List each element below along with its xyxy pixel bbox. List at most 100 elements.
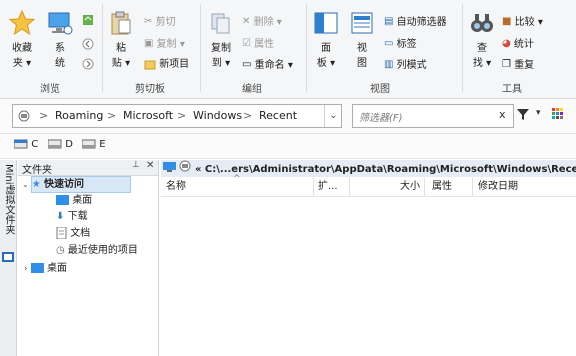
columns-button[interactable]: ▥ 列模式: [384, 57, 427, 73]
column-attributes[interactable]: 属性: [432, 178, 452, 196]
drive-c[interactable]: C: [14, 139, 38, 150]
path-text: « C:\...ers\Administrator\AppData\Roamin…: [194, 164, 576, 175]
crumb-windows[interactable]: Windows: [193, 109, 242, 122]
star-icon: ★: [31, 179, 41, 190]
auto-filter-button[interactable]: ▤ 自动筛选器: [384, 14, 447, 30]
crumb-microsoft[interactable]: Microsoft: [123, 109, 173, 122]
panel-icon: [314, 12, 338, 34]
favorites-label-2: 夹 ▾: [12, 58, 32, 69]
close-pane-icon[interactable]: ✕: [146, 160, 154, 171]
crumb-roaming[interactable]: Roaming: [55, 109, 103, 122]
sort-ascending-icon: ^: [233, 174, 241, 184]
view-label-2: 图: [357, 58, 367, 69]
new-item-button[interactable]: 新项目: [144, 57, 189, 73]
folder-tree-header: 文件夹 ⊥ ✕: [18, 160, 158, 176]
desktop-icon: [56, 195, 69, 205]
paste-label-2: 贴 ▾: [111, 58, 131, 69]
mini-folder-tab[interactable]: Mini虚拟文件夹: [0, 160, 17, 356]
address-dropdown-icon[interactable]: ⌄: [324, 105, 342, 127]
group-tools-label: 工具: [502, 84, 522, 95]
folder-tab-icon: [2, 252, 14, 265]
tree-node-recent[interactable]: ◷ 最近使用的项目: [56, 243, 138, 258]
clipboard-icon: [111, 11, 131, 35]
nav-back-icon[interactable]: [82, 38, 94, 53]
delete-icon: ✕: [242, 16, 251, 27]
crumb-recent[interactable]: Recent: [259, 109, 297, 122]
rename-icon: ▭: [242, 59, 252, 70]
crumb-sep: >: [243, 109, 253, 122]
column-ext[interactable]: 扩...: [318, 178, 338, 196]
tree-node-desktop[interactable]: › 桌面: [24, 261, 67, 276]
binoculars-icon: [471, 14, 493, 32]
drive-icon: [14, 139, 28, 149]
tree-node-quick-access[interactable]: ⌄ ★ 快速访问: [22, 177, 84, 192]
mini-folder-tab-label: Mini虚拟文件夹: [3, 164, 14, 235]
nav-forward-icon[interactable]: [82, 58, 94, 73]
panel-button[interactable]: 面 板 ▾: [310, 10, 342, 71]
pin-icon[interactable]: ⊥: [132, 160, 140, 170]
copy-to-button[interactable]: 复制 到 ▾: [204, 10, 238, 71]
find-label-2: 找 ▾: [472, 58, 492, 69]
crumb-sep: >: [107, 109, 117, 122]
filter-placeholder: 筛选器(F): [359, 113, 403, 124]
copy-to-label-1: 复制: [211, 43, 231, 54]
filter-clear-icon[interactable]: x: [499, 108, 506, 121]
find-button[interactable]: 查 找 ▾: [466, 10, 498, 71]
view-label-1: 视: [357, 43, 367, 54]
new-folder-icon: [144, 60, 156, 70]
drive-d[interactable]: D: [48, 139, 73, 150]
tree-node-downloads[interactable]: ⬇ 下载: [56, 209, 88, 224]
filter-input[interactable]: 筛选器(F) x: [352, 104, 514, 128]
filter-list-icon: ▤: [384, 16, 394, 27]
copy-button[interactable]: ▣ 复制 ▾: [144, 36, 185, 52]
recent-icon: ◷: [56, 245, 65, 256]
duplicate-button[interactable]: ❐ 重复: [502, 57, 534, 73]
scissors-icon: ✂: [144, 16, 153, 27]
desktop-icon: [30, 263, 44, 273]
address-location-icon: [17, 109, 31, 126]
delete-button[interactable]: ✕ 删除 ▾: [242, 14, 282, 30]
system-label-2: 统: [55, 58, 65, 69]
nav-up-icon[interactable]: [82, 14, 94, 29]
document-icon: [56, 227, 67, 239]
computer-icon: [48, 12, 73, 35]
paste-button[interactable]: 粘 贴 ▾: [106, 10, 136, 71]
panel-label-1: 面: [321, 43, 331, 54]
system-button[interactable]: 系 统: [42, 10, 78, 71]
tree-node-desktop-qa[interactable]: 桌面: [56, 193, 92, 208]
tree-node-documents[interactable]: 文档: [56, 226, 90, 241]
tag-button[interactable]: ▭ 标签: [384, 36, 417, 52]
stats-button[interactable]: ◕ 统计: [502, 36, 534, 52]
view-button[interactable]: 视 图: [346, 10, 378, 71]
cut-button[interactable]: ✂ 剪切: [144, 14, 176, 30]
compare-button[interactable]: ■ 比较 ▾: [502, 14, 543, 30]
favorites-label-1: 收藏: [12, 43, 32, 54]
location-icon: [179, 160, 191, 177]
group-browse-label: 浏览: [40, 84, 60, 95]
path-bar[interactable]: « C:\...ers\Administrator\AppData\Roamin…: [161, 160, 576, 178]
copy-to-icon: [211, 13, 230, 34]
rename-button[interactable]: ▭ 重命名 ▾: [242, 57, 293, 73]
expand-icon[interactable]: ›: [24, 264, 28, 274]
star-icon: [8, 9, 36, 36]
copy-icon: ▣: [144, 38, 154, 49]
drive-e[interactable]: E: [82, 139, 106, 150]
color-grid-icon[interactable]: [552, 108, 564, 123]
group-edit-label: 编组: [242, 84, 262, 95]
monitor-icon: [163, 161, 176, 178]
filter-funnel-icon[interactable]: [516, 107, 530, 124]
duplicate-icon: ❐: [502, 59, 511, 70]
folder-tree-title: 文件夹: [22, 165, 52, 176]
favorites-button[interactable]: 收藏 夹 ▾: [4, 9, 40, 71]
pie-chart-icon: ◕: [502, 38, 511, 49]
column-modified[interactable]: 修改日期: [478, 178, 518, 196]
filter-options-icon[interactable]: ▾: [536, 108, 541, 118]
column-size[interactable]: 大小: [400, 178, 420, 196]
download-icon: ⬇: [56, 211, 65, 222]
column-name[interactable]: 名称: [166, 178, 186, 196]
panel-label-2: 板 ▾: [316, 58, 336, 69]
address-bar[interactable]: > Roaming > Microsoft > Windows > Recent…: [12, 104, 342, 128]
file-list[interactable]: [161, 197, 576, 356]
collapse-icon[interactable]: ⌄: [22, 180, 29, 189]
properties-button[interactable]: ☑ 属性: [242, 36, 274, 52]
